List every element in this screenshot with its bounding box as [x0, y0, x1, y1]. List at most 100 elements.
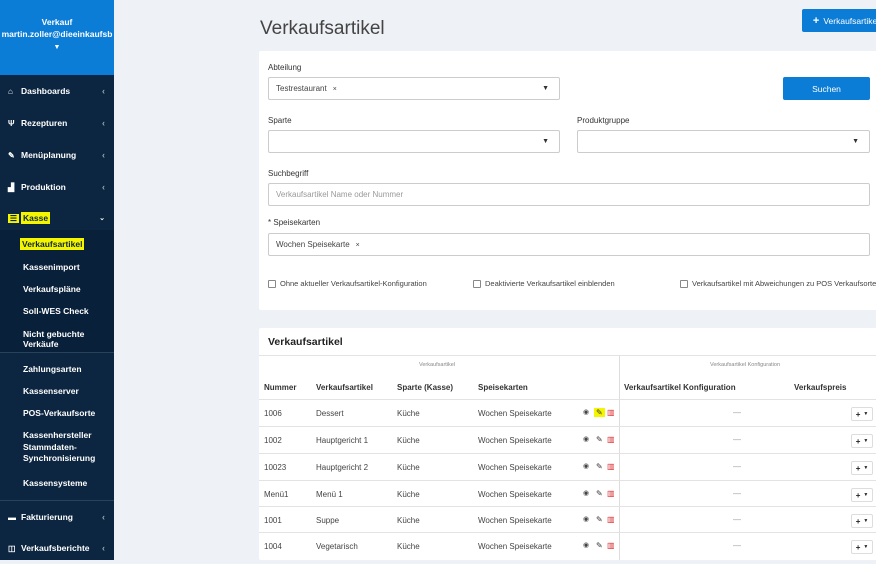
suchbegriff-input[interactable]: Verkaufsartikel Name oder Nummer — [268, 183, 870, 206]
sidebar-subitem-kassensysteme[interactable]: Kassensysteme — [23, 478, 87, 488]
sidebar-item-verkaufsberichte[interactable]: ◫ Verkaufsberichte ‹ — [0, 532, 114, 564]
sidebar-subitem-nicht-gebuchte-verkaeufe[interactable]: Nicht gebuchte Verkäufe — [23, 329, 114, 349]
checkbox-abweichungen[interactable]: Verkaufsartikel mit Abweichungen zu POS … — [680, 279, 876, 288]
cell-sparte: Küche — [397, 463, 420, 472]
cell-verkaufsartikel: Suppe — [316, 516, 340, 525]
cell-speisekarte: Wochen Speisekarte — [478, 409, 552, 418]
pencil-icon[interactable]: ✎ — [596, 541, 603, 550]
table-row: 1002 Hauptgericht 1 Küche Wochen Speisek… — [259, 426, 876, 452]
column-header-verkaufsartikel[interactable]: Verkaufsartikel — [316, 383, 373, 392]
sparte-select[interactable]: ▼ — [268, 130, 560, 153]
column-header-speisekarten[interactable]: Speisekarten — [478, 383, 528, 392]
add-price-button[interactable]: + ▼ — [851, 540, 873, 554]
home-icon: ⌂ — [8, 86, 13, 96]
checkbox-deaktivierte[interactable]: Deaktivierte Verkaufsartikel einblenden — [473, 279, 615, 288]
column-header-verkaufspreis[interactable]: Verkaufspreis — [794, 383, 846, 392]
sidebar-subitem-kassenhersteller[interactable]: Kassenhersteller Stammdaten- Synchronisi… — [23, 430, 95, 465]
pencil-icon[interactable]: ✎ — [596, 515, 603, 524]
add-verkaufsartikel-button[interactable]: + Verkaufsartikel — [802, 9, 876, 32]
cell-speisekarte: Wochen Speisekarte — [478, 436, 552, 445]
sidebar-subitem-zahlungsarten[interactable]: Zahlungsarten — [23, 364, 82, 374]
caret-down-icon: ▼ — [852, 138, 859, 145]
add-price-button[interactable]: + ▼ — [851, 461, 873, 475]
pencil-icon[interactable]: ✎ — [596, 462, 603, 471]
checkbox[interactable] — [473, 279, 481, 288]
column-header-konfiguration[interactable]: Verkaufsartikel Konfiguration — [624, 383, 736, 392]
cell-konfiguration: — — [733, 408, 741, 417]
checkbox-ohne-konfiguration[interactable]: Ohne aktueller Verkaufsartikel-Konfigura… — [268, 279, 427, 288]
eye-icon[interactable]: ◉ — [583, 541, 589, 549]
sidebar-item-produktion[interactable]: ▟ Produktion ‹ — [0, 171, 114, 203]
sidebar-subitem-pos-verkaufsorte[interactable]: POS-Verkaufsorte — [23, 408, 95, 418]
checkbox[interactable] — [680, 279, 688, 288]
trash-icon[interactable]: ▥ — [607, 489, 615, 498]
sidebar: Verkauf martin.zoller@dieeinkaufsb ▼ ⌂ D… — [0, 0, 114, 560]
eye-icon[interactable]: ◉ — [583, 408, 589, 416]
add-price-button[interactable]: + ▼ — [851, 488, 873, 502]
pencil-icon[interactable]: ✎ — [596, 489, 603, 498]
add-price-button[interactable]: + ▼ — [851, 434, 873, 448]
table-row: 1006 Dessert Küche Wochen Speisekarte ◉ … — [259, 399, 876, 425]
speisekarten-select[interactable]: Wochen Speisekarte × — [268, 233, 870, 256]
produktgruppe-label: Produktgruppe — [577, 116, 630, 125]
eye-icon[interactable]: ◉ — [583, 515, 589, 523]
column-header-sparte[interactable]: Sparte (Kasse) — [397, 383, 453, 392]
cell-sparte: Küche — [397, 542, 420, 551]
sidebar-subitem-soll-wes-check[interactable]: Soll-WES Check — [23, 306, 89, 316]
eye-icon[interactable]: ◉ — [583, 462, 589, 470]
checkbox[interactable] — [268, 279, 276, 288]
sidebar-subitem-verkaufsplaene[interactable]: Verkaufspläne — [23, 284, 81, 294]
cell-sparte: Küche — [397, 516, 420, 525]
sidebar-subitem-kassenserver[interactable]: Kassenserver — [23, 386, 79, 396]
sidebar-item-menueplanung[interactable]: ✎ Menüplanung ‹ — [0, 139, 114, 171]
chevron-left-icon: ‹ — [102, 512, 105, 522]
sidebar-subitem-kassenimport[interactable]: Kassenimport — [23, 262, 80, 272]
abteilung-select[interactable]: Testrestaurant × ▼ — [268, 77, 560, 100]
trash-icon[interactable]: ▥ — [607, 435, 615, 444]
sidebar-item-label: Verkaufsberichte — [21, 543, 90, 553]
eye-icon[interactable]: ◉ — [583, 489, 589, 497]
caret-down-icon: ▼ — [863, 518, 869, 524]
add-price-button[interactable]: + ▼ — [851, 407, 873, 421]
caret-down-icon: ▼ — [863, 411, 869, 417]
add-price-button[interactable]: + ▼ — [851, 514, 873, 528]
sidebar-item-label: Produktion — [21, 182, 66, 192]
trash-icon[interactable]: ▥ — [607, 541, 615, 550]
trash-icon[interactable]: ▥ — [607, 408, 615, 417]
sidebar-subitem-verkaufsartikel[interactable]: Verkaufsartikel — [20, 238, 85, 250]
sidebar-item-rezepturen[interactable]: Ψ Rezepturen ‹ — [0, 107, 114, 139]
caret-down-icon: ▼ — [863, 438, 869, 444]
sidebar-item-label: Fakturierung — [21, 512, 73, 522]
sidebar-item-dashboards[interactable]: ⌂ Dashboards ‹ — [0, 75, 114, 107]
sidebar-item-label: Dashboards — [21, 86, 71, 96]
sidebar-item-fakturierung[interactable]: ▬ Fakturierung ‹ — [0, 501, 114, 533]
cell-konfiguration: — — [733, 462, 741, 471]
abteilung-label: Abteilung — [268, 63, 302, 72]
pencil-icon[interactable]: ✎ — [594, 408, 605, 417]
trash-icon[interactable]: ▥ — [607, 515, 615, 524]
produktgruppe-select[interactable]: ▼ — [577, 130, 870, 153]
group-header-konfiguration: Verkaufsartikel Konfiguration — [710, 362, 781, 368]
eye-icon[interactable]: ◉ — [583, 435, 589, 443]
cell-speisekarte: Wochen Speisekarte — [478, 490, 552, 499]
invoice-icon: ▬ — [8, 512, 16, 522]
cell-speisekarte: Wochen Speisekarte — [478, 516, 552, 525]
user-email: martin.zoller@dieeinkaufsb — [1, 29, 113, 39]
cell-konfiguration: — — [733, 489, 741, 498]
close-icon[interactable]: × — [333, 86, 337, 93]
abteilung-tag: Testrestaurant × — [276, 84, 337, 93]
search-button[interactable]: Suchen — [783, 77, 870, 100]
cell-sparte: Küche — [397, 490, 420, 499]
divider — [259, 355, 876, 356]
pencil-icon[interactable]: ✎ — [596, 435, 603, 444]
user-profile[interactable]: Verkauf martin.zoller@dieeinkaufsb ▼ — [0, 0, 114, 75]
divider — [0, 352, 114, 353]
cell-nummer: 1001 — [264, 516, 282, 525]
chart-icon: ▟ — [8, 182, 15, 192]
close-icon[interactable]: × — [356, 242, 360, 249]
chevron-down-icon[interactable]: ▼ — [0, 42, 114, 54]
table-row: 10023 Hauptgericht 2 Küche Wochen Speise… — [259, 453, 876, 479]
main-content: Verkaufsartikel + Verkaufsartikel Abteilu… — [114, 0, 876, 560]
column-header-nummer[interactable]: Nummer — [264, 383, 296, 392]
trash-icon[interactable]: ▥ — [607, 462, 615, 471]
